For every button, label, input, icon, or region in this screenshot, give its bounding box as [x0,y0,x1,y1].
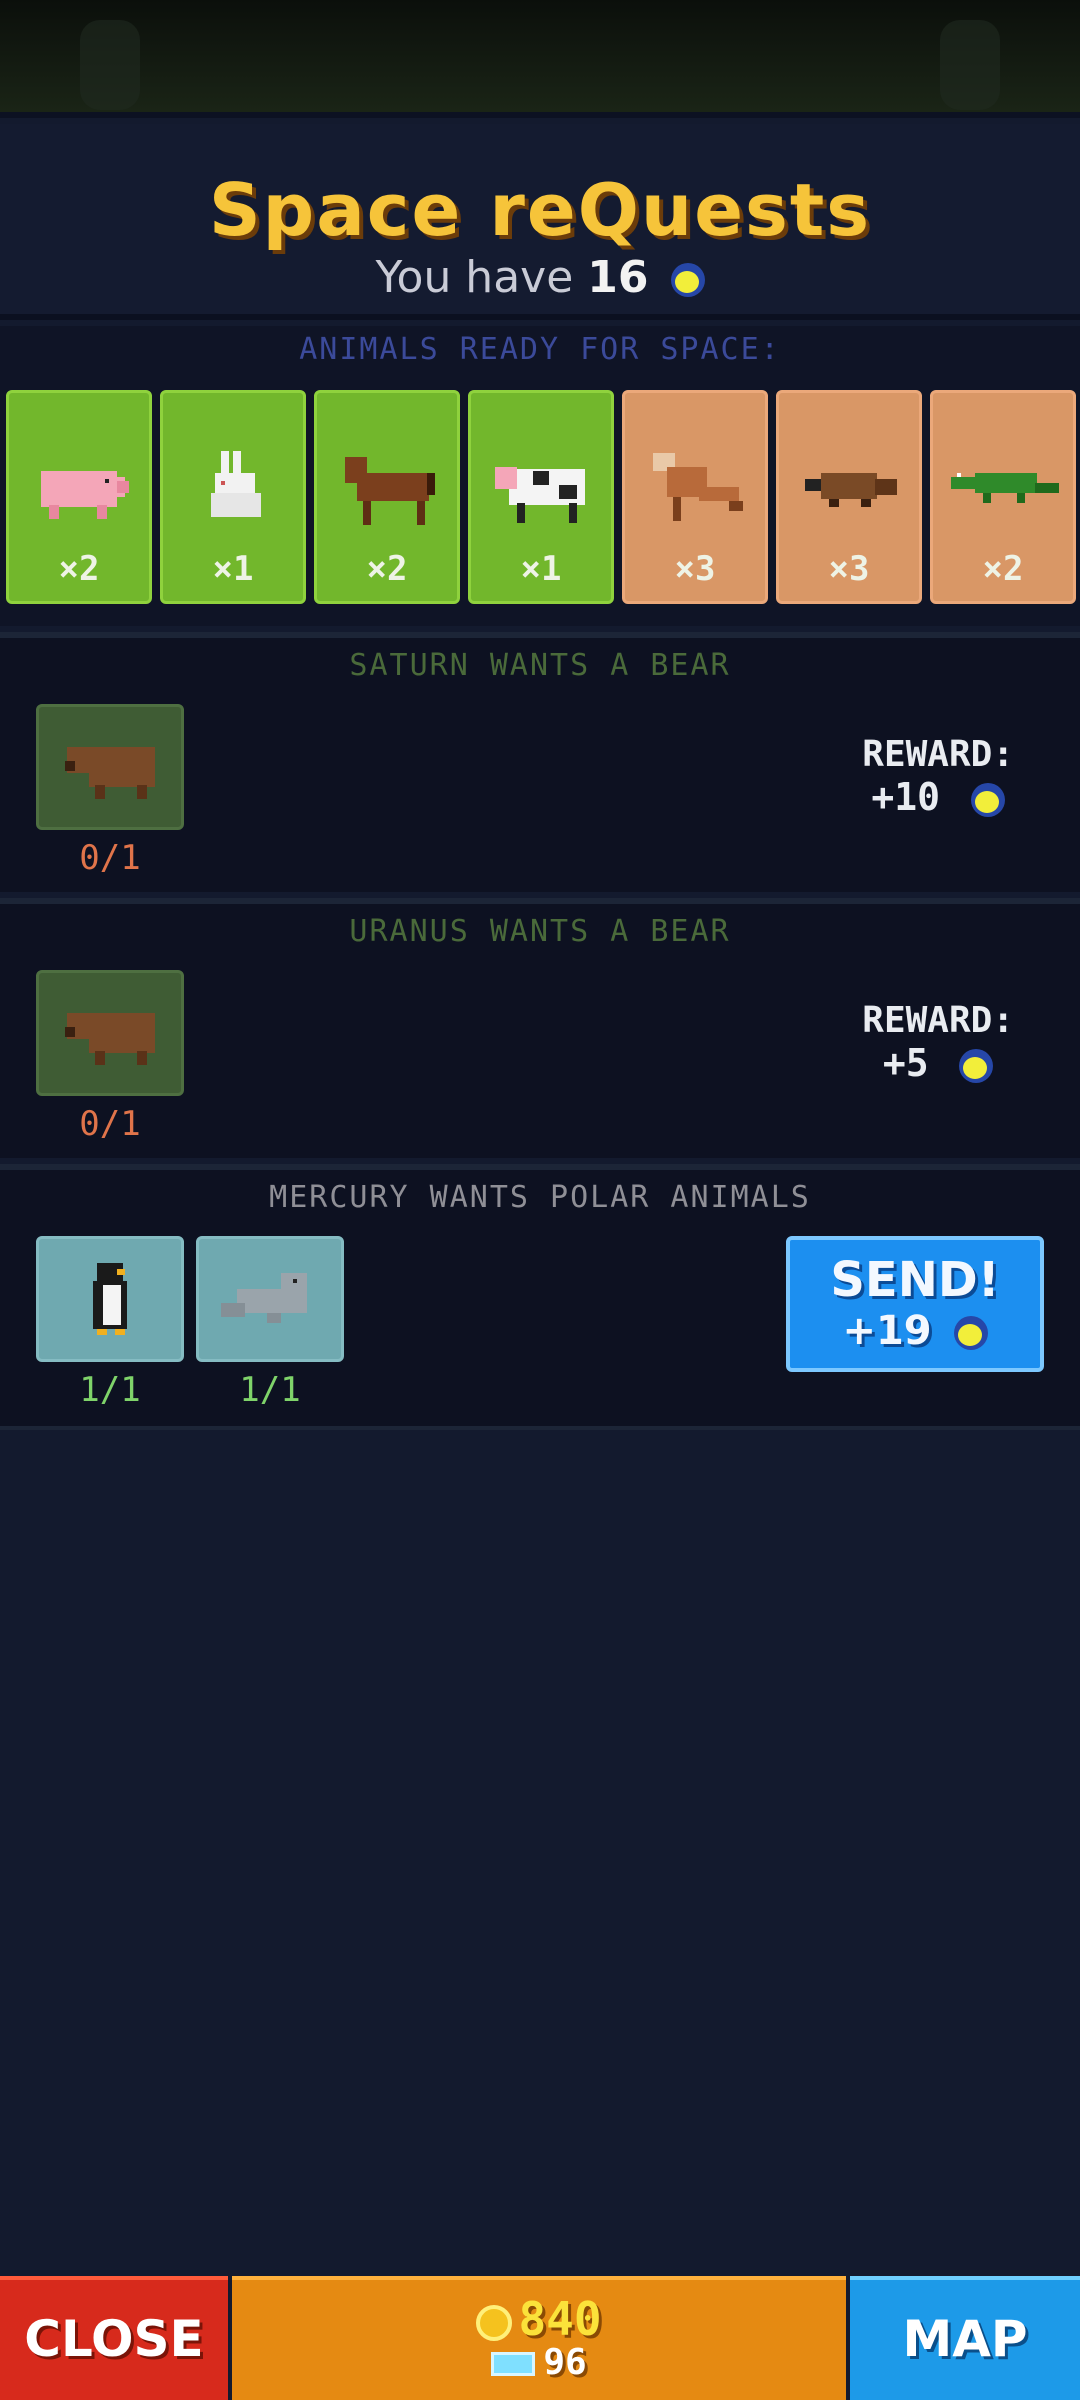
animal-tile-cow[interactable]: ×1 [468,390,614,604]
animal-tile-pig[interactable]: ×2 [6,390,152,604]
animal-tile-fox[interactable]: ×3 [622,390,768,604]
moon-token-icon [959,1048,994,1083]
request-mercury: MERCURY WANTS POLAR ANIMALS 1/1 1/1 SEND… [0,1164,1080,1430]
animal-count: ×1 [520,549,562,589]
reward-value-row: +10 [862,776,1014,818]
bear-icon [65,747,155,799]
request-saturn: SATURN WANTS A BEAR 0/1 REWARD: +10 [0,632,1080,892]
background-strip [0,0,1080,118]
request-title: MERCURY WANTS POLAR ANIMALS [269,1180,811,1215]
platypus-icon [805,473,897,507]
request-slot-bear[interactable] [36,704,184,830]
send-reward-row: +19 [790,1308,1040,1354]
animal-tile-crocodile[interactable]: ×2 [930,390,1076,604]
horse-icon [345,457,435,525]
page-title: Space reQuests [208,168,872,252]
request-progress: 1/1 [239,1370,301,1410]
moon-count: 16 [587,252,649,303]
animal-tile-rabbit[interactable]: ×1 [160,390,306,604]
gem-row: 96 [232,2342,846,2383]
tree-silhouette [80,20,140,110]
reward-label: REWARD: [862,734,1014,775]
reward-value-row: +5 [862,1042,1014,1084]
animal-tile-horse[interactable]: ×2 [314,390,460,604]
animal-count: ×2 [982,549,1024,589]
currency-panel: 840 96 [232,2276,846,2400]
coin-count: 840 [518,2292,602,2346]
request-progress: 0/1 [79,1104,141,1144]
gem-icon [491,2352,536,2376]
request-slot-penguin[interactable] [36,1236,184,1362]
moon-balance: You have 16 [0,252,1080,303]
animal-count: ×3 [674,549,716,589]
request-title: SATURN WANTS A BEAR [349,648,731,683]
fox-icon [653,453,743,521]
reward-block: REWARD: +10 [862,734,1014,818]
cow-icon [495,467,585,523]
send-button[interactable]: SEND! +19 [786,1236,1044,1372]
close-button[interactable]: CLOSE [0,2276,228,2400]
request-progress: 1/1 [79,1370,141,1410]
ready-animals-panel: ANIMALS READY FOR SPACE: ×2 ×1 ×2 ×1 ×3 … [0,326,1080,626]
moon-token-icon [970,782,1005,817]
coin-icon [476,2304,513,2341]
crocodile-icon [951,473,1059,503]
bottom-bar: CLOSE 840 96 MAP [0,2276,1080,2400]
reward-label: REWARD: [862,1000,1014,1041]
send-label: SEND! [830,1252,1000,1308]
send-reward: +19 [842,1308,932,1354]
ready-label: ANIMALS READY FOR SPACE: [299,332,781,367]
map-button[interactable]: MAP [850,2276,1080,2400]
request-progress: 0/1 [79,838,141,878]
animal-count: ×3 [828,549,870,589]
bear-icon [65,1013,155,1065]
moon-token-icon [953,1316,988,1350]
coin-row: 840 [232,2292,846,2346]
animal-count: ×2 [366,549,408,589]
animal-count: ×1 [212,549,254,589]
rabbit-icon [211,451,261,517]
animal-tile-platypus[interactable]: ×3 [776,390,922,604]
tree-silhouette [940,20,1000,110]
pig-icon [41,471,129,519]
seal-icon [221,1273,307,1323]
gem-count: 96 [543,2342,587,2383]
request-slot-bear[interactable] [36,970,184,1096]
request-slot-seal[interactable] [196,1236,344,1362]
animal-count: ×2 [58,549,100,589]
reward-value: +10 [871,775,941,819]
request-uranus: URANUS WANTS A BEAR 0/1 REWARD: +5 [0,898,1080,1158]
request-title: URANUS WANTS A BEAR [349,914,731,949]
reward-block: REWARD: +5 [862,1000,1014,1084]
moon-token-icon [670,263,705,297]
penguin-icon [93,1263,127,1335]
header-panel: Space reQuests You have 16 [0,124,1080,320]
you-have-label: You have [375,252,574,303]
animal-tiles: ×2 ×1 ×2 ×1 ×3 ×3 ×2 [6,390,1080,606]
reward-value: +5 [882,1041,929,1085]
